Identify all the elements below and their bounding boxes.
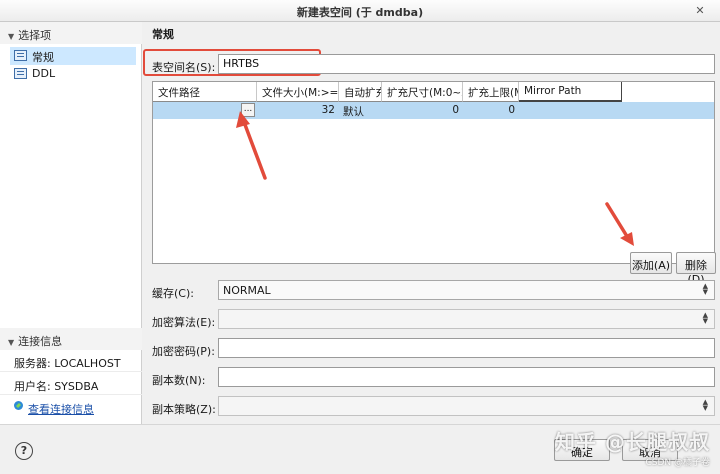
annotation-arrows [236, 111, 634, 246]
arrow-to-browse-icon [236, 111, 267, 180]
arrow-to-add-icon [605, 202, 634, 246]
